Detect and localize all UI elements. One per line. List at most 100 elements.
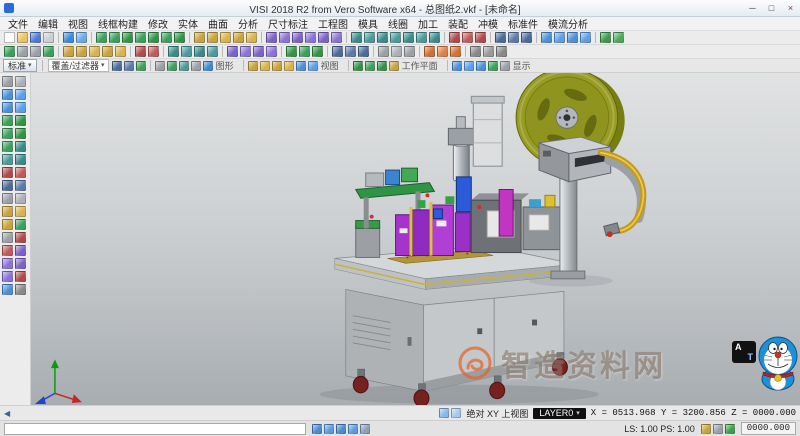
annotation-icon[interactable] bbox=[475, 32, 486, 43]
layers-icon[interactable] bbox=[2, 180, 13, 191]
revolve-icon[interactable] bbox=[364, 32, 375, 43]
layer-manager-icon[interactable] bbox=[495, 32, 506, 43]
zoom-in-icon[interactable] bbox=[452, 61, 462, 71]
transform-icon[interactable] bbox=[15, 245, 26, 256]
loft-icon[interactable] bbox=[390, 32, 401, 43]
menu-item-7[interactable]: 曲面 bbox=[203, 16, 233, 31]
print-icon[interactable] bbox=[43, 32, 54, 43]
maximize-button[interactable]: □ bbox=[762, 1, 781, 16]
zoom-fit-icon[interactable] bbox=[541, 32, 552, 43]
electrode-icon[interactable] bbox=[240, 46, 251, 57]
settings-icon[interactable] bbox=[15, 284, 26, 295]
wireframe-icon[interactable] bbox=[2, 232, 13, 243]
measure-tool-icon[interactable] bbox=[2, 245, 13, 256]
full-screen-icon[interactable] bbox=[500, 61, 510, 71]
plane-custom-icon[interactable] bbox=[389, 61, 399, 71]
rotate-view-icon[interactable] bbox=[580, 32, 591, 43]
iso-view-icon[interactable] bbox=[284, 61, 294, 71]
mesh-tools-icon[interactable] bbox=[15, 154, 26, 165]
arc-icon[interactable] bbox=[135, 32, 146, 43]
extrude-icon[interactable] bbox=[351, 32, 362, 43]
fit-view-icon[interactable] bbox=[308, 61, 318, 71]
boolean-union-icon[interactable] bbox=[416, 32, 427, 43]
minimize-button[interactable]: ─ bbox=[743, 1, 762, 16]
plane-xy-icon[interactable] bbox=[353, 61, 363, 71]
draft-analysis-icon[interactable] bbox=[194, 46, 205, 57]
machine-model[interactable] bbox=[31, 73, 800, 405]
view-right-icon[interactable] bbox=[89, 46, 100, 57]
transparent-display-icon[interactable] bbox=[179, 61, 189, 71]
layer-indicator[interactable]: LAYER0 ▾ bbox=[533, 408, 585, 419]
menu-item-3[interactable]: 视图 bbox=[63, 16, 93, 31]
properties-icon[interactable] bbox=[521, 32, 532, 43]
copy-icon[interactable] bbox=[279, 32, 290, 43]
polyline-icon[interactable] bbox=[122, 32, 133, 43]
create-curve-icon[interactable] bbox=[2, 141, 13, 152]
zoom-fit-view-icon[interactable] bbox=[2, 102, 13, 113]
collapse-arrow-icon[interactable]: ◀ bbox=[4, 409, 10, 418]
background-icon[interactable] bbox=[450, 46, 461, 57]
surface-analysis-icon[interactable] bbox=[168, 46, 179, 57]
rotate-icon[interactable] bbox=[292, 32, 303, 43]
fillet-icon[interactable] bbox=[220, 32, 231, 43]
clip-plane-icon[interactable] bbox=[148, 46, 159, 57]
chamfer-icon[interactable] bbox=[233, 32, 244, 43]
mirror-tool-icon[interactable] bbox=[2, 271, 13, 282]
previous-view-icon[interactable] bbox=[15, 102, 26, 113]
menu-item-2[interactable]: 编辑 bbox=[33, 16, 63, 31]
command-input[interactable] bbox=[4, 423, 306, 435]
grid-tool-icon[interactable] bbox=[15, 206, 26, 217]
menu-item-8[interactable]: 分析 bbox=[233, 16, 263, 31]
type-filter-icon[interactable] bbox=[124, 61, 134, 71]
create-solid-icon[interactable] bbox=[2, 154, 13, 165]
move-tool-icon[interactable] bbox=[2, 258, 13, 269]
units-icon[interactable] bbox=[713, 424, 723, 434]
close-button[interactable]: × bbox=[781, 1, 800, 16]
point-icon[interactable] bbox=[96, 32, 107, 43]
parting-line-icon[interactable] bbox=[253, 46, 264, 57]
info-icon[interactable] bbox=[613, 32, 624, 43]
side-view-icon[interactable] bbox=[272, 61, 282, 71]
shading-icon[interactable] bbox=[15, 219, 26, 230]
circle-icon[interactable] bbox=[148, 32, 159, 43]
menu-item-17[interactable]: 模流分析 bbox=[543, 16, 593, 31]
snap-grid-icon[interactable] bbox=[312, 424, 322, 434]
axis-mode-icon[interactable] bbox=[439, 408, 449, 418]
view-back-icon[interactable] bbox=[115, 46, 126, 57]
menu-item-11[interactable]: 模具 bbox=[353, 16, 383, 31]
snap-mid-icon[interactable] bbox=[336, 424, 346, 434]
dimension-tool-icon[interactable] bbox=[2, 167, 13, 178]
create-point-icon[interactable] bbox=[2, 115, 13, 126]
show-hide-icon[interactable] bbox=[2, 193, 13, 204]
shaded-view-icon[interactable] bbox=[4, 46, 15, 57]
menu-item-6[interactable]: 实体 bbox=[173, 16, 203, 31]
toolpath-icon[interactable] bbox=[286, 46, 297, 57]
create-arc-icon[interactable] bbox=[15, 128, 26, 139]
delete-tool-icon[interactable] bbox=[15, 271, 26, 282]
z-depth-readout[interactable]: 0000.000 bbox=[741, 422, 796, 435]
macros-icon[interactable] bbox=[483, 46, 494, 57]
create-line-icon[interactable] bbox=[15, 115, 26, 126]
scale-icon[interactable] bbox=[318, 32, 329, 43]
edges-display-icon[interactable] bbox=[191, 61, 201, 71]
sweep-icon[interactable] bbox=[377, 32, 388, 43]
ortho-lock-icon[interactable] bbox=[360, 424, 370, 434]
undo-icon[interactable] bbox=[63, 32, 74, 43]
top-view-icon[interactable] bbox=[248, 61, 258, 71]
catalog-icon[interactable] bbox=[358, 46, 369, 57]
menu-item-12[interactable]: 线圈 bbox=[383, 16, 413, 31]
rotate-tool-icon[interactable] bbox=[15, 258, 26, 269]
thickness-analysis-icon[interactable] bbox=[207, 46, 218, 57]
section-tool-icon[interactable] bbox=[15, 232, 26, 243]
zoom-out-icon[interactable] bbox=[464, 61, 474, 71]
options-icon[interactable] bbox=[496, 46, 507, 57]
section-view-icon[interactable] bbox=[135, 46, 146, 57]
wcs-tool-icon[interactable] bbox=[2, 206, 13, 217]
mold-tools-icon[interactable] bbox=[227, 46, 238, 57]
wcs-status-icon[interactable] bbox=[701, 424, 711, 434]
plane-yz-icon[interactable] bbox=[377, 61, 387, 71]
zoom-view-icon[interactable] bbox=[15, 89, 26, 100]
menu-item-13[interactable]: 加工 bbox=[413, 16, 443, 31]
wireframe-display-icon[interactable] bbox=[155, 61, 165, 71]
trim-icon[interactable] bbox=[194, 32, 205, 43]
